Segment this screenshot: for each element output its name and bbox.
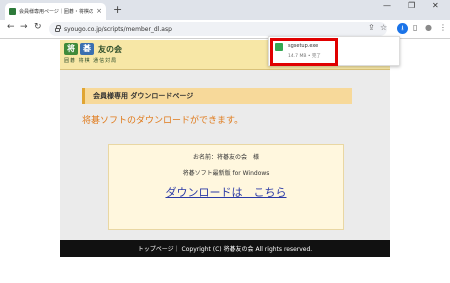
back-icon[interactable]: ← xyxy=(7,23,15,32)
site-footer: トップページ｜ Copyright (C) 将碁友の会 All rights r… xyxy=(60,240,390,257)
close-window-icon[interactable]: ✕ xyxy=(432,2,439,10)
logo-text: 友の会 xyxy=(98,44,122,54)
address-bar[interactable]: syougo.co.jp/scripts/member_dl.asp xyxy=(49,22,387,36)
highlight-box xyxy=(270,38,338,66)
share-icon[interactable]: ⇪ xyxy=(368,24,375,32)
forward-icon[interactable]: → xyxy=(20,23,28,32)
lock-icon xyxy=(55,25,61,32)
star-icon[interactable]: ☆ xyxy=(380,24,387,32)
menu-icon[interactable]: ⋮ xyxy=(439,24,447,32)
maximize-icon[interactable]: ❐ xyxy=(408,2,415,10)
browser-tab[interactable]: 会員様専用ページ｜囲碁・将棋の... × xyxy=(5,3,106,20)
logo-subtitle: 囲碁 将棋 通信対局 xyxy=(64,58,118,64)
main-content: 会員様専用 ダウンロードページ 将碁ソフトのダウンロードができます。 お名前：将… xyxy=(60,70,390,240)
download-box: お名前：将碁友の会 様 将碁ソフト最新版 for Windows ダウンロードは… xyxy=(108,144,344,230)
minimize-icon[interactable]: — xyxy=(383,2,391,10)
download-icon[interactable]: ⭳ xyxy=(397,23,408,34)
logo-char-1: 将 xyxy=(64,43,78,55)
side-panel-icon[interactable]: ▯ xyxy=(413,24,417,32)
url-text: syougo.co.jp/scripts/member_dl.asp xyxy=(64,25,172,33)
logo-char-2: 碁 xyxy=(80,43,94,55)
new-tab-button[interactable]: + xyxy=(113,4,122,15)
tab-title: 会員様専用ページ｜囲碁・将棋の... xyxy=(19,9,94,15)
member-name: お名前：将碁友の会 様 xyxy=(192,154,259,161)
footer-text[interactable]: トップページ｜ Copyright (C) 将碁友の会 All rights r… xyxy=(138,244,312,253)
site-logo[interactable]: 将 碁 友の会 囲碁 将棋 通信対局 xyxy=(64,43,122,64)
lead-text: 将碁ソフトのダウンロードができます。 xyxy=(82,116,244,126)
tab-close-icon[interactable]: × xyxy=(96,8,102,15)
page-content: 将 碁 友の会 囲碁 将棋 通信対局 会員様専用 ダウンロードページ 将碁ソフト… xyxy=(0,40,450,283)
download-link[interactable]: ダウンロードは こちら xyxy=(166,184,287,200)
profile-icon[interactable]: ● xyxy=(425,24,432,32)
download-bubble: sgsetup.exe 14.7 MB • 完了 xyxy=(268,36,400,66)
section-heading-text: 会員様専用 ダウンロードページ xyxy=(93,92,194,100)
section-heading: 会員様専用 ダウンロードページ xyxy=(82,88,352,104)
site-favicon-icon xyxy=(9,8,16,15)
reload-icon[interactable]: ↻ xyxy=(34,23,42,32)
software-version: 将碁ソフト最新版 for Windows xyxy=(182,170,270,177)
tab-strip: 会員様専用ページ｜囲碁・将棋の... × + — ❐ ✕ xyxy=(0,0,450,20)
